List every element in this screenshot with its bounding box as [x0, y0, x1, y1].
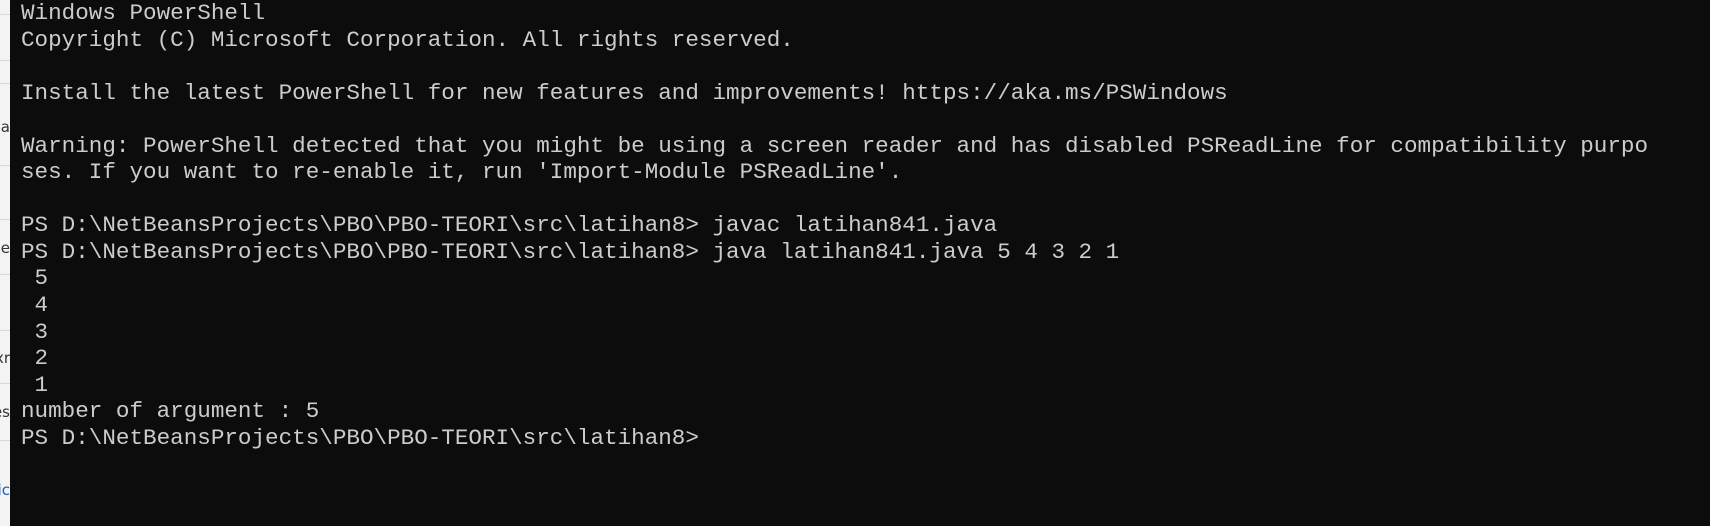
terminal-line: 2: [21, 345, 49, 372]
sidebar-fragment[interactable]: je: [0, 239, 10, 257]
sidebar-fragment[interactable]: es: [0, 403, 10, 421]
sidebar-fragment[interactable]: xr: [0, 349, 10, 367]
divider: [0, 83, 10, 84]
terminal-line: PS D:\NetBeansProjects\PBO\PBO-TEORI\src…: [21, 238, 1120, 265]
divider: [0, 330, 10, 331]
terminal-line: Install the latest PowerShell for new fe…: [21, 79, 1228, 106]
divider: [0, 383, 10, 384]
terminal-line: ses. If you want to re-enable it, run 'I…: [21, 159, 903, 186]
divider: [0, 274, 10, 275]
terminal-line: 5: [21, 265, 49, 292]
terminal-line: 4: [21, 292, 49, 319]
terminal-line: 1: [21, 371, 49, 398]
divider: [0, 165, 10, 166]
terminal-line: Windows PowerShell: [21, 0, 266, 26]
divider: [0, 60, 10, 61]
divider: [0, 14, 10, 15]
powershell-terminal[interactable]: Windows PowerShell Copyright (C) Microso…: [10, 0, 1710, 526]
divider: [0, 440, 10, 441]
sidebar-fragment[interactable]: a: [1, 118, 10, 136]
terminal-line: Warning: PowerShell detected that you mi…: [21, 132, 1649, 159]
terminal-line: 3: [21, 318, 49, 345]
sidebar-link-fragment[interactable]: ic: [0, 481, 10, 499]
divider: [0, 219, 10, 220]
terminal-line: number of argument : 5: [21, 398, 320, 425]
terminal-line: PS D:\NetBeansProjects\PBO\PBO-TEORI\src…: [21, 212, 998, 239]
terminal-prompt-line[interactable]: PS D:\NetBeansProjects\PBO\PBO-TEORI\src…: [21, 425, 1710, 452]
terminal-line: Copyright (C) Microsoft Corporation. All…: [21, 26, 794, 53]
